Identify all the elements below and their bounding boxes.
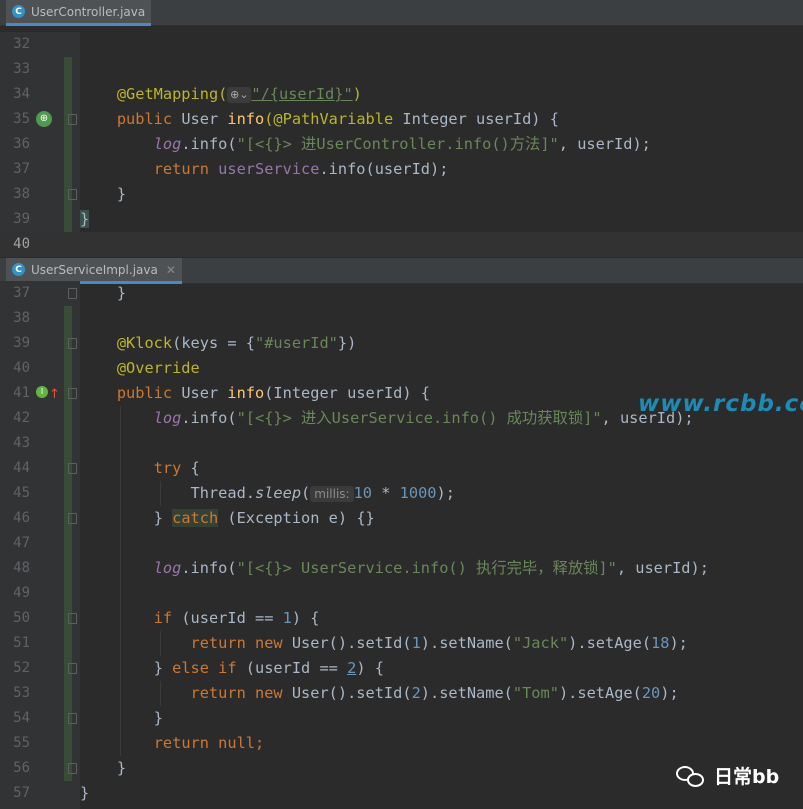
arrow-up-icon[interactable]: ↑ (49, 382, 60, 407)
code-line: 55 return null; (13, 734, 265, 752)
fold-icon[interactable] (68, 288, 77, 299)
code-line: 47 (13, 535, 30, 551)
fold-icon[interactable] (68, 388, 77, 399)
code-line: 52 } else if (userId == 2) { (13, 659, 384, 677)
top-tab-bar: C UserController.java (0, 0, 803, 26)
code-line: 32 (13, 36, 30, 52)
code-line: 39 } (13, 210, 90, 228)
code-line: 34 @GetMapping(⊕⌄ "/{userId}") (13, 85, 362, 103)
code-line: 33 (13, 61, 30, 77)
code-line-current: 40 (0, 232, 803, 257)
param-hint: millis: (310, 486, 354, 502)
code-line: 38 (13, 310, 30, 326)
code-line: 45 Thread.sleep(millis: 10 * 1000); (13, 484, 455, 502)
code-line: 54 } (13, 709, 163, 727)
fold-icon[interactable] (68, 189, 77, 200)
fold-icon[interactable] (68, 763, 77, 774)
code-line: 43 (13, 435, 30, 451)
watermark-brand: 日常bb (676, 762, 779, 789)
code-line: 44 try { (13, 459, 200, 477)
fold-icon[interactable] (68, 663, 77, 674)
tab-label: UserController.java (31, 4, 146, 19)
fold-icon[interactable] (68, 114, 77, 125)
fold-icon[interactable] (68, 338, 77, 349)
code-line: 50 if (userId == 1) { (13, 609, 320, 627)
brand-label: 日常bb (714, 766, 780, 788)
code-line: 35 ⊕ public User info(@PathVariable Inte… (13, 110, 559, 128)
close-icon[interactable]: ✕ (166, 263, 176, 277)
code-line: 48 log.info("[<{}> UserService.info() 执行… (13, 559, 709, 577)
implements-icon[interactable]: I (36, 386, 48, 398)
code-line: 38 } (13, 185, 127, 203)
editor-usercontroller[interactable]: 32 33 34 @GetMapping(⊕⌄ "/{userId}") 35 ⊕… (0, 32, 803, 257)
editor-userserviceimpl[interactable]: 37 } 38 39 @Klock(keys = {"#userId"}) 40… (0, 281, 803, 809)
globe-icon[interactable]: ⊕⌄ (227, 86, 252, 103)
code-line: 39 @Klock(keys = {"#userId"}) (13, 334, 357, 352)
class-icon: C (12, 263, 25, 276)
code-line: 51 return new User().setId(1).setName("J… (13, 634, 688, 652)
code-line: 37 return userService.info(userId); (13, 160, 449, 178)
fold-icon[interactable] (68, 513, 77, 524)
code-line: 49 (13, 585, 30, 601)
code-line: 46 } catch (Exception e) {} (13, 509, 375, 527)
web-endpoint-icon[interactable]: ⊕ (36, 111, 52, 127)
fold-icon[interactable] (68, 613, 77, 624)
code-line: 37 } (13, 284, 127, 302)
tab-usercontroller[interactable]: C UserController.java (6, 0, 152, 26)
fold-icon[interactable] (68, 463, 77, 474)
code-line: 40 @Override (13, 359, 200, 377)
code-line: 53 return new User().setId(2).setName("T… (13, 684, 679, 702)
code-line: 36 log.info("[<{}> 进UserController.info(… (13, 135, 651, 153)
fold-icon[interactable] (68, 713, 77, 724)
class-icon: C (12, 5, 25, 18)
watermark-url: www.rcbb.cc (638, 391, 803, 417)
wechat-icon (676, 764, 706, 788)
tab-label: UserServiceImpl.java (31, 262, 158, 277)
